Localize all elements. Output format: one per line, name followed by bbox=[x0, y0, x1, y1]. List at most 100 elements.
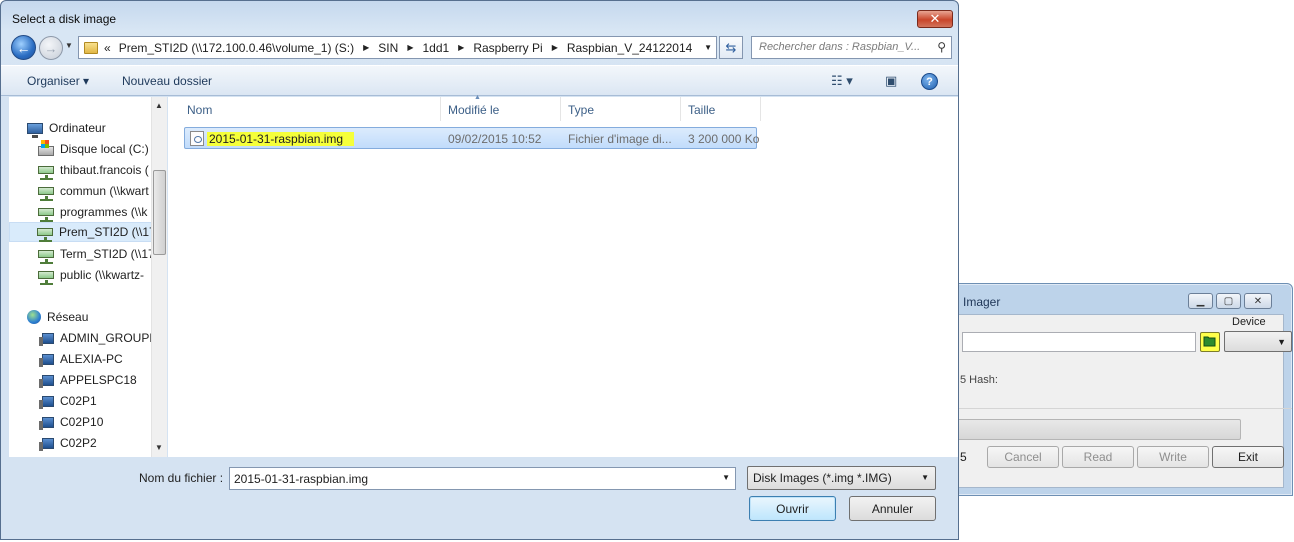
scrollbar-thumb[interactable] bbox=[153, 170, 166, 255]
column-header-type[interactable]: Type bbox=[561, 97, 681, 121]
column-header-size[interactable]: Taille bbox=[681, 97, 761, 121]
imager-body: Device ▼ 5 Hash: 5 Cancel Read Write Exi… bbox=[949, 314, 1292, 488]
maximize-icon: ▢ bbox=[1223, 295, 1234, 307]
imager-window-title: Imager bbox=[963, 295, 1001, 309]
navigation-pane: Ordinateur Disque local (C:) thibaut.fra… bbox=[9, 97, 167, 457]
forward-button[interactable]: → bbox=[39, 36, 63, 60]
nav-network[interactable]: Réseau bbox=[27, 307, 88, 327]
nav-host[interactable]: APPELSPC18 bbox=[39, 370, 137, 390]
new-folder-button[interactable]: Nouveau dossier bbox=[122, 74, 212, 88]
column-header-name[interactable]: Nom bbox=[180, 97, 441, 121]
chevron-right-icon[interactable]: ▶ bbox=[458, 43, 464, 52]
progress-bar bbox=[949, 419, 1241, 440]
nav-network-drive[interactable]: commun (\\kwart bbox=[38, 181, 149, 201]
file-modified: 09/02/2015 10:52 bbox=[448, 132, 542, 146]
nav-network-drive[interactable]: Term_STI2D (\\17 bbox=[38, 244, 155, 264]
command-bar: Organiser ▾ Nouveau dossier ☷ ▾ ▣ ? bbox=[1, 65, 958, 96]
partial-label: 5 bbox=[960, 450, 967, 464]
refresh-button[interactable]: ⇆ bbox=[719, 36, 743, 59]
file-list: ▲ Nom Modifié le Type Taille 2015-01-31-… bbox=[168, 94, 958, 457]
search-icon[interactable]: ⚲ bbox=[937, 40, 946, 54]
address-bar[interactable]: « Prem_STI2D (\\172.100.0.46\volume_1) (… bbox=[78, 36, 717, 59]
maximize-button[interactable]: ▢ bbox=[1216, 293, 1241, 309]
network-drive-icon bbox=[38, 250, 54, 264]
read-button[interactable]: Read bbox=[1062, 446, 1134, 468]
organize-menu[interactable]: Organiser ▾ bbox=[27, 74, 89, 88]
breadcrumb-drive[interactable]: Prem_STI2D (\\172.100.0.46\volume_1) (S:… bbox=[119, 41, 354, 55]
nav-host[interactable]: C02P10 bbox=[39, 412, 103, 432]
divider bbox=[950, 408, 1292, 409]
arrow-left-icon: ← bbox=[16, 39, 31, 56]
exit-button[interactable]: Exit bbox=[1212, 446, 1284, 468]
arrow-right-icon: → bbox=[44, 40, 58, 56]
search-placeholder: Rechercher dans : Raspbian_V... bbox=[759, 41, 921, 53]
computer-icon bbox=[39, 416, 54, 430]
device-select[interactable]: ▼ bbox=[1224, 331, 1292, 352]
refresh-icon: ⇆ bbox=[725, 39, 737, 55]
imager-close-button[interactable]: ✕ bbox=[1244, 293, 1272, 309]
hard-drive-icon bbox=[38, 140, 54, 156]
nav-network-drive[interactable]: programmes (\\k bbox=[38, 202, 147, 222]
chevron-down-icon[interactable]: ▼ bbox=[704, 43, 712, 52]
network-drive-icon bbox=[38, 166, 54, 180]
dialog-title: Select a disk image bbox=[12, 12, 117, 26]
nav-computer[interactable]: Ordinateur bbox=[27, 118, 106, 138]
chevron-right-icon[interactable]: ▶ bbox=[552, 43, 558, 52]
file-type: Fichier d'image di... bbox=[568, 132, 672, 146]
file-row-selected[interactable]: 2015-01-31-raspbian.img 09/02/2015 10:52… bbox=[184, 127, 760, 149]
scroll-up-icon[interactable]: ▲ bbox=[155, 101, 163, 110]
nav-host[interactable]: C02P1 bbox=[39, 391, 97, 411]
breadcrumb-1dd1[interactable]: 1dd1 bbox=[422, 41, 449, 55]
chevron-right-icon[interactable]: ▶ bbox=[363, 43, 369, 52]
close-icon: ✕ bbox=[1253, 295, 1263, 307]
preview-pane-icon[interactable]: ▣ bbox=[885, 73, 897, 89]
view-options-icon[interactable]: ☷ ▾ bbox=[831, 73, 853, 89]
nav-host[interactable]: ALEXIA-PC bbox=[39, 349, 123, 369]
computer-icon bbox=[39, 374, 54, 388]
breadcrumb-raspbian[interactable]: Raspbian_V_24122014 bbox=[567, 41, 692, 55]
computer-icon bbox=[39, 332, 54, 346]
filter-value: Disk Images (*.img *.IMG) bbox=[753, 471, 892, 485]
computer-icon bbox=[39, 437, 54, 451]
image-file-input[interactable] bbox=[962, 332, 1196, 352]
computer-icon bbox=[39, 395, 54, 409]
minimize-button[interactable]: ▁ bbox=[1188, 293, 1213, 309]
chevron-down-icon[interactable]: ▼ bbox=[722, 473, 730, 482]
file-open-dialog: Select a disk image ✕ ← → ▼ « Prem_STI2D… bbox=[0, 0, 959, 540]
address-overflow[interactable]: « bbox=[104, 41, 111, 55]
file-size: 3 200 000 Ko bbox=[688, 132, 760, 146]
network-drive-icon bbox=[38, 187, 54, 201]
write-button[interactable]: Write bbox=[1137, 446, 1209, 468]
dialog-close-button[interactable]: ✕ bbox=[917, 10, 953, 28]
navigation-scrollbar[interactable]: ▲ ▼ bbox=[151, 97, 167, 457]
column-header-modified[interactable]: Modifié le bbox=[441, 97, 561, 121]
hash-label: 5 Hash: bbox=[960, 374, 998, 386]
nav-network-drive-selected[interactable]: Prem_STI2D (\\17 bbox=[9, 222, 156, 242]
browse-folder-button[interactable] bbox=[1200, 332, 1220, 352]
open-button[interactable]: Ouvrir bbox=[749, 496, 836, 521]
filename-label: Nom du fichier : bbox=[139, 471, 224, 485]
file-name: 2015-01-31-raspbian.img bbox=[207, 132, 355, 146]
file-type-filter[interactable]: Disk Images (*.img *.IMG) ▼ bbox=[747, 466, 936, 490]
help-icon[interactable]: ? bbox=[921, 73, 938, 90]
folder-icon bbox=[84, 41, 98, 54]
nav-local-disk[interactable]: Disque local (C:) bbox=[38, 139, 149, 159]
nav-network-drive[interactable]: public (\\kwartz- bbox=[38, 265, 144, 285]
cancel-button[interactable]: Annuler bbox=[849, 496, 936, 521]
scroll-down-icon[interactable]: ▼ bbox=[155, 443, 163, 452]
nav-host[interactable]: ADMIN_GROUPE bbox=[39, 328, 157, 348]
chevron-right-icon[interactable]: ▶ bbox=[407, 43, 413, 52]
nav-host[interactable]: C02P2 bbox=[39, 433, 97, 453]
back-button[interactable]: ← bbox=[11, 35, 36, 60]
breadcrumb-sin[interactable]: SIN bbox=[378, 41, 398, 55]
filename-input[interactable]: 2015-01-31-raspbian.img ▼ bbox=[229, 467, 736, 490]
recent-locations-dropdown[interactable]: ▼ bbox=[65, 41, 73, 50]
search-input[interactable]: Rechercher dans : Raspbian_V... ⚲ bbox=[751, 36, 952, 59]
cancel-imager-button[interactable]: Cancel bbox=[987, 446, 1059, 468]
breadcrumb-raspberry-pi[interactable]: Raspberry Pi bbox=[473, 41, 542, 55]
chevron-down-icon: ▼ bbox=[921, 473, 929, 482]
disk-image-file-icon bbox=[190, 131, 204, 146]
folder-icon bbox=[1203, 335, 1217, 350]
disk-imager-window: Imager ▁ ▢ ✕ Device ▼ 5 Hash: 5 Cancel R… bbox=[940, 283, 1293, 496]
nav-network-drive[interactable]: thibaut.francois ( bbox=[38, 160, 149, 180]
